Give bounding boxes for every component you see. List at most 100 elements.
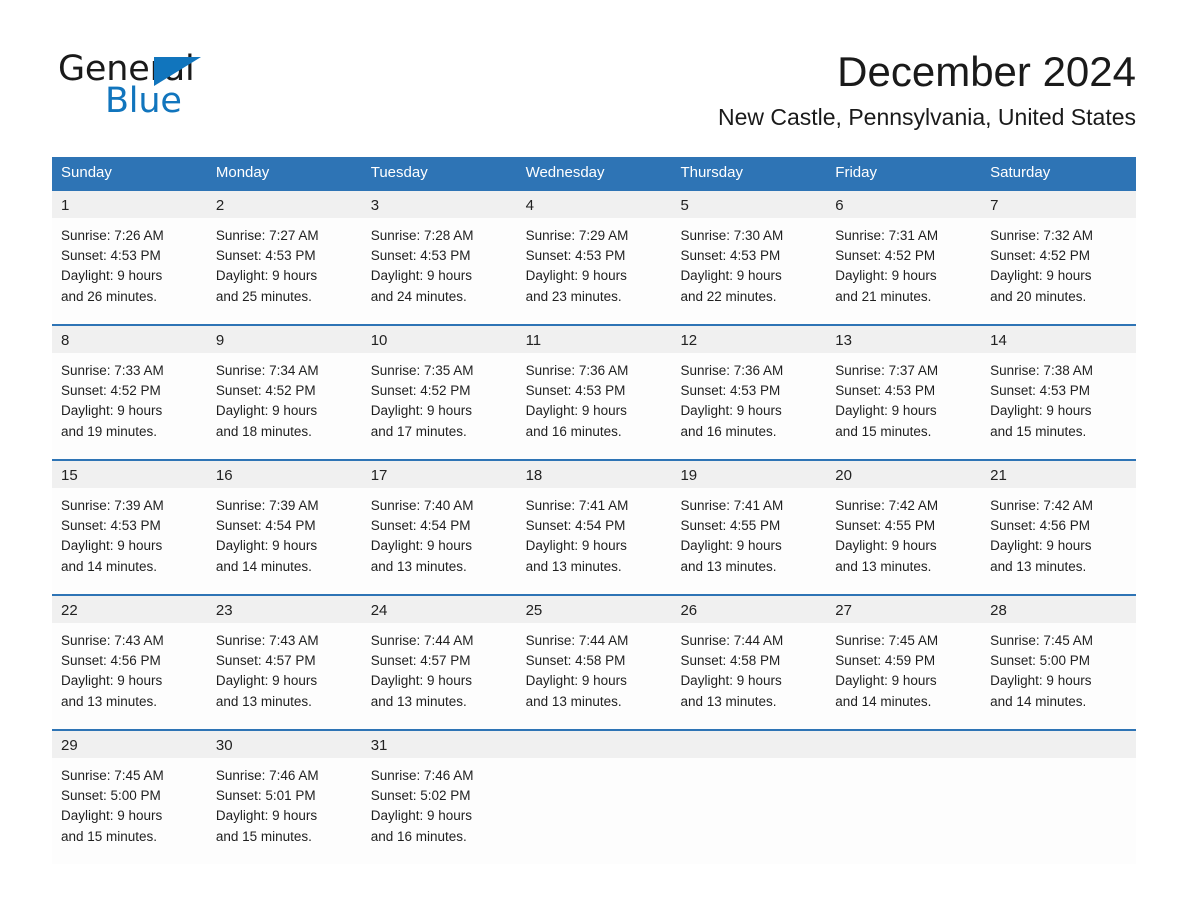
day-number[interactable]: 27 [826,596,981,623]
day-cell[interactable]: Sunrise: 7:40 AM Sunset: 4:54 PM Daylight:… [362,488,517,594]
day-number[interactable]: 12 [671,326,826,353]
day-number[interactable]: 4 [517,191,672,218]
sunrise-text: Sunrise: 7:40 AM [370,497,474,513]
day-number[interactable]: 26 [671,596,826,623]
day-number[interactable]: 19 [671,461,826,488]
day-cell[interactable]: Sunrise: 7:37 AM Sunset: 4:53 PM Daylight:… [826,353,981,459]
calendar-week-row: 15 16 17 18 19 20 21 Sunrise: 7:39 AM Sunset: 4:… [52,458,1136,594]
sunrise-text [526,766,668,786]
day-cell[interactable]: Sunrise: 7:45 AM Sunset: 4:59 PM Daylight:… [826,623,981,729]
sunrise-text [680,766,822,786]
day-cell[interactable]: Sunrise: 7:36 AM Sunset: 4:53 PM Daylight:… [671,353,826,459]
sunset-text: Sunset: 4:52 PM [215,383,316,398]
day-number[interactable]: 25 [517,596,672,623]
day-number[interactable]: 29 [52,731,207,758]
daylight-text: and 21 minutes. [835,288,932,304]
day-cell[interactable]: Sunrise: 7:39 AM Sunset: 4:54 PM Daylight:… [207,488,362,594]
day-number[interactable]: 17 [362,461,517,488]
day-number[interactable]: 13 [826,326,981,353]
day-cell[interactable]: Sunrise: 7:45 AM Sunset: 5:00 PM Daylight:… [981,623,1136,729]
day-cell[interactable]: Sunrise: 7:41 AM Sunset: 4:54 PM Daylight:… [517,488,672,594]
day-cell[interactable]: Sunrise: 7:45 AM Sunset: 5:00 PM Daylight:… [52,758,207,864]
day-cell[interactable]: Sunrise: 7:39 AM Sunset: 4:53 PM Daylight:… [52,488,207,594]
day-number[interactable]: 1 [52,191,207,218]
daylight-text: Daylight: 9 hours [525,403,627,419]
daylight-text: Daylight: 9 hours [370,673,473,689]
daylight-text: Daylight: 9 hours [215,403,318,419]
day-number[interactable]: 28 [981,596,1136,623]
daylight-text [835,827,977,847]
day-number[interactable]: 9 [207,326,362,353]
day-number[interactable]: 22 [52,596,207,623]
sunset-text: Sunset: 4:58 PM [525,653,626,668]
daylight-text: Daylight: 9 hours [835,673,937,689]
day-number[interactable]: 6 [826,191,981,218]
general-blue-logo[interactable]: General Blue [58,52,258,124]
daylight-text: Daylight: 9 hours [215,268,318,284]
day-cell[interactable]: Sunrise: 7:34 AM Sunset: 4:52 PM Daylight:… [207,353,362,459]
sunrise-text: Sunrise: 7:35 AM [370,362,474,378]
day-cell[interactable]: Sunrise: 7:35 AM Sunset: 4:52 PM Daylight:… [362,353,517,459]
day-number[interactable]: 3 [362,191,517,218]
day-number[interactable]: 7 [981,191,1136,218]
day-number[interactable]: 8 [52,326,207,353]
day-number[interactable]: 24 [362,596,517,623]
daylight-text: and 26 minutes. [61,288,158,304]
sunrise-text: Sunrise: 7:41 AM [680,497,784,513]
sunset-text: Sunset: 4:53 PM [525,248,626,263]
day-cell[interactable]: Sunrise: 7:27 AM Sunset: 4:53 PM Daylight:… [207,218,362,324]
day-cell-empty [517,758,672,864]
calendar-weeks: 1 2 3 4 5 6 7 Sunrise: 7:26 AM Sunset: 4:53 PM Da… [52,190,1136,864]
day-number[interactable]: 18 [517,461,672,488]
sunset-text [990,786,1132,806]
sunset-text: Sunset: 4:59 PM [835,653,936,668]
day-number[interactable]: 10 [362,326,517,353]
day-cell[interactable]: Sunrise: 7:32 AM Sunset: 4:52 PM Daylight:… [981,218,1136,324]
day-number[interactable]: 14 [981,326,1136,353]
day-detail-band: Sunrise: 7:39 AM Sunset: 4:53 PM Daylight:… [52,487,1136,594]
day-cell[interactable]: Sunrise: 7:31 AM Sunset: 4:52 PM Daylight:… [826,218,981,324]
day-number[interactable]: 5 [671,191,826,218]
daylight-text: and 19 minutes. [61,423,158,439]
day-cell[interactable]: Sunrise: 7:42 AM Sunset: 4:55 PM Daylight:… [826,488,981,594]
calendar-week-row: 8 9 10 11 12 13 14 Sunrise: 7:33 AM Sunset: 4:52… [52,323,1136,459]
day-cell[interactable]: Sunrise: 7:28 AM Sunset: 4:53 PM Daylight:… [362,218,517,324]
day-number[interactable]: 2 [207,191,362,218]
daylight-text: and 17 minutes. [370,423,467,439]
day-number[interactable]: 16 [207,461,362,488]
daylight-text: and 14 minutes. [61,558,158,574]
day-cell[interactable]: Sunrise: 7:46 AM Sunset: 5:02 PM Daylight:… [362,758,517,864]
day-cell[interactable]: Sunrise: 7:36 AM Sunset: 4:53 PM Daylight:… [517,353,672,459]
day-cell[interactable]: Sunrise: 7:38 AM Sunset: 4:53 PM Daylight:… [981,353,1136,459]
sunrise-text: Sunrise: 7:45 AM [61,767,164,783]
day-cell[interactable]: Sunrise: 7:44 AM Sunset: 4:58 PM Daylight:… [517,623,672,729]
day-number[interactable]: 15 [52,461,207,488]
day-cell[interactable]: Sunrise: 7:46 AM Sunset: 5:01 PM Daylight:… [207,758,362,864]
daylight-text: and 13 minutes. [525,693,622,709]
day-cell[interactable]: Sunrise: 7:41 AM Sunset: 4:55 PM Daylight:… [671,488,826,594]
day-number[interactable]: 11 [517,326,672,353]
sunset-text: Sunset: 5:00 PM [61,788,161,803]
sunset-text: Sunset: 4:52 PM [990,248,1090,263]
day-cell[interactable]: Sunrise: 7:33 AM Sunset: 4:52 PM Daylight:… [52,353,207,459]
sunset-text [526,786,668,806]
day-cell[interactable]: Sunrise: 7:43 AM Sunset: 4:57 PM Daylight:… [207,623,362,729]
day-cell[interactable]: Sunrise: 7:30 AM Sunset: 4:53 PM Daylight:… [671,218,826,324]
sunrise-text: Sunrise: 7:38 AM [990,362,1093,378]
day-number[interactable]: 20 [826,461,981,488]
day-cell[interactable]: Sunrise: 7:44 AM Sunset: 4:58 PM Daylight:… [671,623,826,729]
day-cell[interactable]: Sunrise: 7:44 AM Sunset: 4:57 PM Daylight:… [362,623,517,729]
day-number[interactable]: 21 [981,461,1136,488]
day-number[interactable]: 30 [207,731,362,758]
day-cell[interactable]: Sunrise: 7:43 AM Sunset: 4:56 PM Daylight:… [52,623,207,729]
location-subtitle: New Castle, Pennsylvania, United States [717,104,1136,131]
day-number[interactable]: 23 [207,596,362,623]
daylight-text: and 13 minutes. [680,693,777,709]
sunset-text: Sunset: 4:53 PM [680,383,781,398]
daylight-text: and 15 minutes. [835,423,932,439]
day-cell[interactable]: Sunrise: 7:26 AM Sunset: 4:53 PM Daylight:… [52,218,207,324]
day-cell[interactable]: Sunrise: 7:29 AM Sunset: 4:53 PM Daylight:… [517,218,672,324]
day-cell[interactable]: Sunrise: 7:42 AM Sunset: 4:56 PM Daylight:… [981,488,1136,594]
logo-text-blue: Blue [105,81,182,121]
day-number[interactable]: 31 [362,731,517,758]
